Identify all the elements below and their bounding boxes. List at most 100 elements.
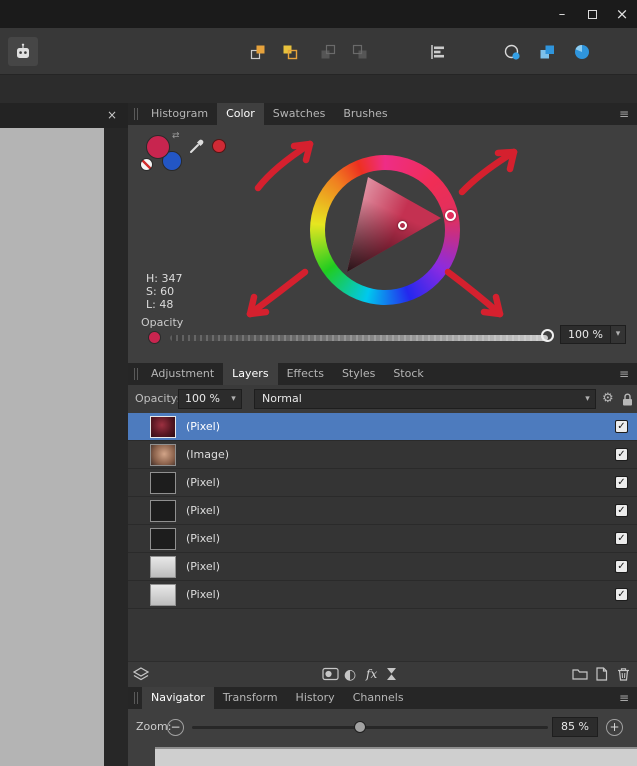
layer-label: (Image) [186,448,230,461]
panel-grip[interactable] [134,108,138,120]
hue-marker[interactable] [445,210,456,221]
align-left-icon [430,45,446,59]
layer-row[interactable]: (Image) ✓ [128,441,637,469]
layer-thumbnail [150,415,176,438]
arrange-to-back-icon [352,44,368,60]
arrange-forward-icon [282,44,298,60]
tab-history[interactable]: History [287,687,344,709]
pixel-alignment-button[interactable] [533,39,561,65]
opacity-slider[interactable] [170,335,548,341]
document-canvas[interactable] [0,128,104,766]
move-whole-pixels-button[interactable] [568,39,596,65]
mask-layer-icon[interactable] [322,667,339,681]
panel-close-button[interactable]: × [104,107,120,123]
layer-thumbnail [150,583,176,606]
blend-mode-dropdown[interactable]: Normal ▾ [254,389,596,409]
opacity-slider-handle[interactable] [541,329,554,342]
layer-visibility-checkbox[interactable]: ✓ [615,532,628,545]
panel-menu-icon[interactable]: ≡ [611,103,637,125]
arrange-backward-button[interactable] [314,39,342,65]
layer-row[interactable]: (Pixel) ✓ [128,469,637,497]
affinity-photo-window: – × × Histogram Color Swatches Brushes ≡… [0,0,637,766]
live-filter-icon[interactable] [386,667,397,681]
zoom-slider[interactable] [192,726,548,729]
layer-visibility-checkbox[interactable]: ✓ [615,420,628,433]
layer-row[interactable]: (Pixel) ✓ [128,581,637,609]
tab-brushes[interactable]: Brushes [334,103,396,125]
arrange-to-back-button[interactable] [346,39,374,65]
tab-channels[interactable]: Channels [344,687,413,709]
restore-button[interactable] [579,4,605,24]
layer-row[interactable]: (Pixel) ✓ [128,413,637,441]
new-layer-icon[interactable] [595,667,608,681]
panel-menu-icon[interactable]: ≡ [611,363,637,385]
layer-label: (Pixel) [186,560,221,573]
panel-grip[interactable] [134,692,138,704]
layer-row[interactable]: (Pixel) ✓ [128,525,637,553]
document-view-header: × [0,103,128,128]
saturation-value: S: 60 [146,285,175,298]
arrange-forward-button[interactable] [276,39,304,65]
snapping-button[interactable] [498,39,526,65]
tab-color[interactable]: Color [217,103,264,125]
color-wheel[interactable] [310,155,460,305]
blend-options-gear-icon[interactable]: ⚙ [602,385,614,413]
delete-layer-trash-icon[interactable] [617,667,630,681]
tab-transform[interactable]: Transform [214,687,287,709]
color-marker[interactable] [398,221,407,230]
tab-adjustment[interactable]: Adjustment [142,363,223,385]
foreground-color-swatch[interactable] [146,135,170,159]
blend-mode-value: Normal [262,392,302,405]
layers-opacity-value: 100 % [185,392,220,405]
layer-row[interactable]: (Pixel) ✓ [128,497,637,525]
layers-opacity-label: Opacity: [135,392,181,405]
no-color-swatch[interactable] [140,158,153,171]
color-panel: ⇄ H: 347 S: 60 L: 48 Opacity 100 % ▾ [128,125,637,363]
picked-color-swatch[interactable] [212,139,226,153]
color-panel-tabbar: Histogram Color Swatches Brushes ≡ [128,103,637,125]
group-layers-icon[interactable] [572,667,588,680]
layer-row[interactable]: (Pixel) ✓ [128,553,637,581]
hsl-readout: H: 347 S: 60 L: 48 [146,272,182,311]
layer-visibility-checkbox[interactable]: ✓ [615,504,628,517]
minimize-button[interactable]: – [549,4,575,24]
layer-visibility-checkbox[interactable]: ✓ [615,448,628,461]
layer-visibility-checkbox[interactable]: ✓ [615,588,628,601]
swap-colors-icon[interactable]: ⇄ [172,131,180,141]
layers-empty-area [128,609,637,661]
layer-visibility-checkbox[interactable]: ✓ [615,560,628,573]
zoom-in-button[interactable]: + [606,719,623,736]
zoom-slider-handle[interactable] [354,721,366,733]
layer-effects-icon[interactable]: fx [366,667,377,681]
layers-stack-icon[interactable] [133,667,149,682]
zoom-value-box[interactable]: 85 % [552,717,598,737]
layers-footer: ◐ fx [128,661,637,687]
layer-thumbnail [150,527,176,550]
layer-label: (Pixel) [186,504,221,517]
eyedropper-icon[interactable] [188,137,206,155]
assistant-button[interactable] [8,37,38,66]
panel-menu-icon[interactable]: ≡ [611,687,637,709]
tab-styles[interactable]: Styles [333,363,384,385]
lock-icon[interactable] [622,393,633,406]
opacity-value-box[interactable]: 100 % ▾ [560,325,626,344]
tab-effects[interactable]: Effects [278,363,333,385]
layer-visibility-checkbox[interactable]: ✓ [615,476,628,489]
tab-histogram[interactable]: Histogram [142,103,217,125]
navigator-preview-thumbnail[interactable] [155,747,637,766]
panel-grip[interactable] [134,368,138,380]
chevron-down-icon[interactable]: ▾ [610,326,625,343]
tab-layers[interactable]: Layers [223,363,278,385]
tab-stock[interactable]: Stock [384,363,432,385]
tab-swatches[interactable]: Swatches [264,103,335,125]
zoom-out-button[interactable]: − [167,719,184,736]
layers-opacity-dropdown[interactable]: 100 % ▾ [178,389,242,409]
adjustment-layer-icon[interactable]: ◐ [344,667,356,683]
close-button[interactable]: × [609,4,635,24]
layer-label: (Pixel) [186,532,221,545]
tab-navigator[interactable]: Navigator [142,687,214,709]
layer-label: (Pixel) [186,588,221,601]
arrange-to-front-button[interactable] [244,39,272,65]
alignment-button[interactable] [424,39,452,65]
restore-icon [587,6,602,19]
